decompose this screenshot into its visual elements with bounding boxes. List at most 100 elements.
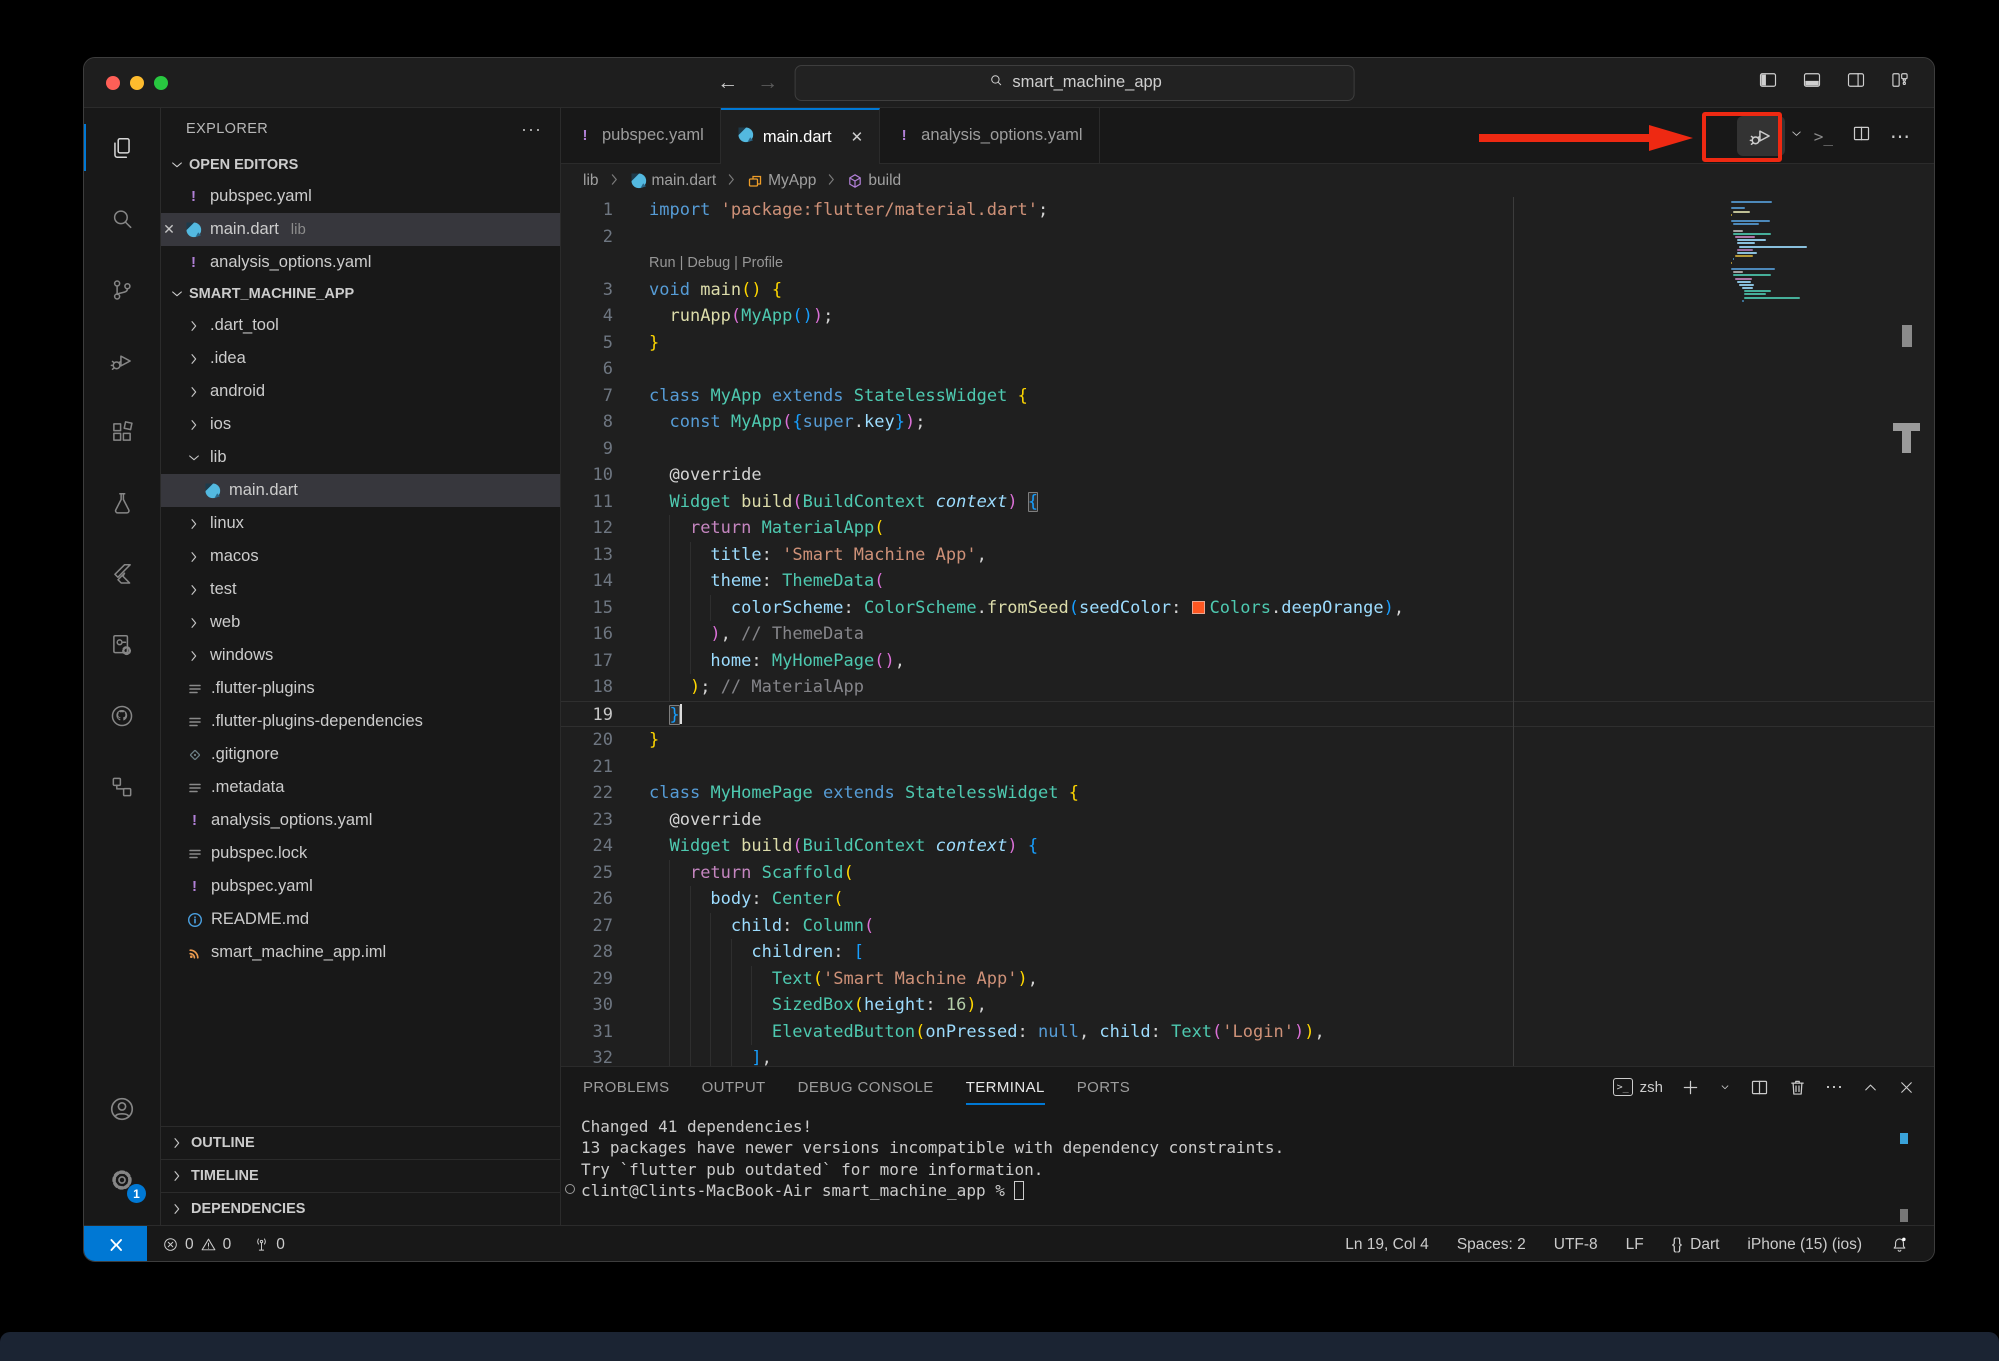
code-line[interactable]: 10 @override [561, 462, 1934, 489]
code-line[interactable]: 8 const MyApp({super.key}); [561, 409, 1934, 436]
remote-indicator[interactable] [84, 1226, 147, 1262]
kill-terminal-button[interactable] [1787, 1077, 1808, 1098]
code-line[interactable]: 24 Widget build(BuildContext context) { [561, 833, 1934, 860]
code-line[interactable]: 1import 'package:flutter/material.dart'; [561, 197, 1934, 224]
status-item-indentation[interactable]: Spaces: 2 [1448, 1236, 1535, 1254]
split-editor-button[interactable] [1851, 123, 1890, 149]
open-editor-item[interactable]: ✕main.dartlib [161, 213, 560, 246]
code-line[interactable]: 20} [561, 727, 1934, 754]
code-line[interactable]: 29 Text('Smart Machine App'), [561, 966, 1934, 993]
tree-item[interactable]: .flutter-plugins-dependencies [161, 705, 560, 738]
breadcrumb-item[interactable]: main.dart [630, 172, 717, 190]
tree-item[interactable]: pubspec.lock [161, 837, 560, 870]
terminal-dropdown-chevron[interactable] [1718, 1080, 1732, 1094]
panel-tab-output[interactable]: OUTPUT [702, 1079, 766, 1096]
panel-more-actions[interactable]: ⋯ [1825, 1077, 1844, 1098]
project-root-header[interactable]: SMART_MACHINE_APP [161, 279, 560, 309]
tree-item[interactable]: android [161, 375, 560, 408]
tree-item[interactable]: windows [161, 639, 560, 672]
zoom-window-button[interactable] [154, 76, 168, 90]
code-line[interactable]: 2 [561, 224, 1934, 251]
tree-item[interactable]: .idea [161, 342, 560, 375]
tree-item[interactable]: ios [161, 408, 560, 441]
codelens[interactable]: Run | Debug | Profile [561, 250, 1934, 277]
panel-tab-terminal[interactable]: TERMINAL [966, 1079, 1045, 1105]
code-line[interactable]: 27 child: Column( [561, 913, 1934, 940]
sidebar-section-dependencies[interactable]: DEPENDENCIES [161, 1192, 560, 1225]
terminal-shell-label[interactable]: >_zsh [1613, 1078, 1663, 1096]
close-panel-button[interactable] [1897, 1078, 1916, 1097]
activity-item-explorer[interactable] [84, 112, 160, 183]
minimap[interactable] [1731, 201, 1856, 303]
explorer-more-actions-icon[interactable]: ··· [521, 119, 542, 140]
activity-item-source-control[interactable] [84, 254, 160, 325]
code-line[interactable]: 25 return Scaffold( [561, 860, 1934, 887]
split-terminal-button[interactable] [1749, 1077, 1770, 1098]
code-line[interactable]: 17 home: MyHomePage(), [561, 648, 1934, 675]
forward-icon[interactable]: → [755, 71, 781, 95]
tree-item[interactable]: smart_machine_app.iml [161, 936, 560, 969]
code-line[interactable]: 16 ), // ThemeData [561, 621, 1934, 648]
back-icon[interactable]: ← [715, 71, 741, 95]
code-line[interactable]: 14 theme: ThemeData( [561, 568, 1934, 595]
layout-sidebar-right-icon[interactable] [1846, 70, 1866, 95]
activity-item-github[interactable] [84, 680, 160, 751]
tree-item[interactable]: lib [161, 441, 560, 474]
tree-item[interactable]: web [161, 606, 560, 639]
code-line[interactable]: 5} [561, 330, 1934, 357]
code-line[interactable]: 21 [561, 754, 1934, 781]
activity-item-accounts[interactable] [84, 1073, 160, 1144]
code-line[interactable]: 11 Widget build(BuildContext context) { [561, 489, 1934, 516]
code-editor[interactable]: 1import 'package:flutter/material.dart';… [561, 197, 1934, 1066]
code-line[interactable]: 28 children: [ [561, 939, 1934, 966]
editor-tab-analysis_options.yaml[interactable]: !analysis_options.yaml [880, 108, 1099, 163]
code-line[interactable]: 30 SizedBox(height: 16), [561, 992, 1934, 1019]
layout-sidebar-left-icon[interactable] [1758, 70, 1778, 95]
code-line[interactable]: 3void main() { [561, 277, 1934, 304]
editor-tab-pubspec.yaml[interactable]: !pubspec.yaml [561, 108, 721, 163]
ports-status[interactable]: 0 [244, 1236, 294, 1254]
code-line[interactable]: 15 colorScheme: ColorScheme.fromSeed(see… [561, 595, 1934, 622]
code-line[interactable]: 4 runApp(MyApp()); [561, 303, 1934, 330]
activity-item-extensions[interactable] [84, 396, 160, 467]
code-line[interactable]: 23 @override [561, 807, 1934, 834]
close-icon[interactable]: ✕ [851, 128, 864, 146]
open-editor-item[interactable]: !analysis_options.yaml [161, 246, 560, 279]
activity-item-run-debug[interactable] [84, 325, 160, 396]
tree-item[interactable]: linux [161, 507, 560, 540]
close-window-button[interactable] [106, 76, 120, 90]
tree-item[interactable]: .gitignore [161, 738, 560, 771]
open-terminal-action[interactable]: >_ [1814, 127, 1851, 146]
activity-item-settings[interactable]: 1 [84, 1144, 160, 1215]
status-item-cursor-position[interactable]: Ln 19, Col 4 [1336, 1236, 1438, 1254]
code-line[interactable]: 9 [561, 436, 1934, 463]
run-or-debug-button[interactable] [1737, 116, 1785, 156]
editor-tab-main.dart[interactable]: main.dart✕ [721, 108, 880, 164]
status-item-device-selector[interactable]: iPhone (15) (ios) [1738, 1236, 1871, 1254]
code-line[interactable]: 13 title: 'Smart Machine App', [561, 542, 1934, 569]
code-line[interactable]: 32 ], [561, 1045, 1934, 1066]
panel-tab-ports[interactable]: PORTS [1077, 1079, 1130, 1096]
activity-item-search[interactable] [84, 183, 160, 254]
run-dropdown-chevron[interactable] [1785, 126, 1814, 146]
tree-item[interactable]: .flutter-plugins [161, 672, 560, 705]
code-line[interactable]: 6 [561, 356, 1934, 383]
tree-item[interactable]: !analysis_options.yaml [161, 804, 560, 837]
tree-item[interactable]: !pubspec.yaml [161, 870, 560, 903]
activity-item-testing[interactable] [84, 467, 160, 538]
terminal-prompt-line[interactable]: clint@Clints-MacBook-Air smart_machine_a… [581, 1180, 1934, 1201]
tree-item[interactable]: .dart_tool [161, 309, 560, 342]
problems-status[interactable]: 00 [153, 1236, 240, 1254]
panel-tab-debug-console[interactable]: DEBUG CONSOLE [798, 1079, 934, 1096]
breadcrumb-item[interactable]: build [847, 172, 901, 190]
code-line[interactable]: 19 } [561, 701, 1934, 728]
tree-item[interactable]: .metadata [161, 771, 560, 804]
panel-tab-problems[interactable]: PROBLEMS [583, 1079, 670, 1096]
code-line[interactable]: 7class MyApp extends StatelessWidget { [561, 383, 1934, 410]
tree-item[interactable]: test [161, 573, 560, 606]
status-item-encoding[interactable]: UTF-8 [1545, 1236, 1607, 1254]
minimize-window-button[interactable] [130, 76, 144, 90]
notifications-bell-icon[interactable] [1881, 1235, 1918, 1254]
code-line[interactable]: 26 body: Center( [561, 886, 1934, 913]
terminal[interactable]: Changed 41 dependencies!13 packages have… [561, 1107, 1934, 1201]
